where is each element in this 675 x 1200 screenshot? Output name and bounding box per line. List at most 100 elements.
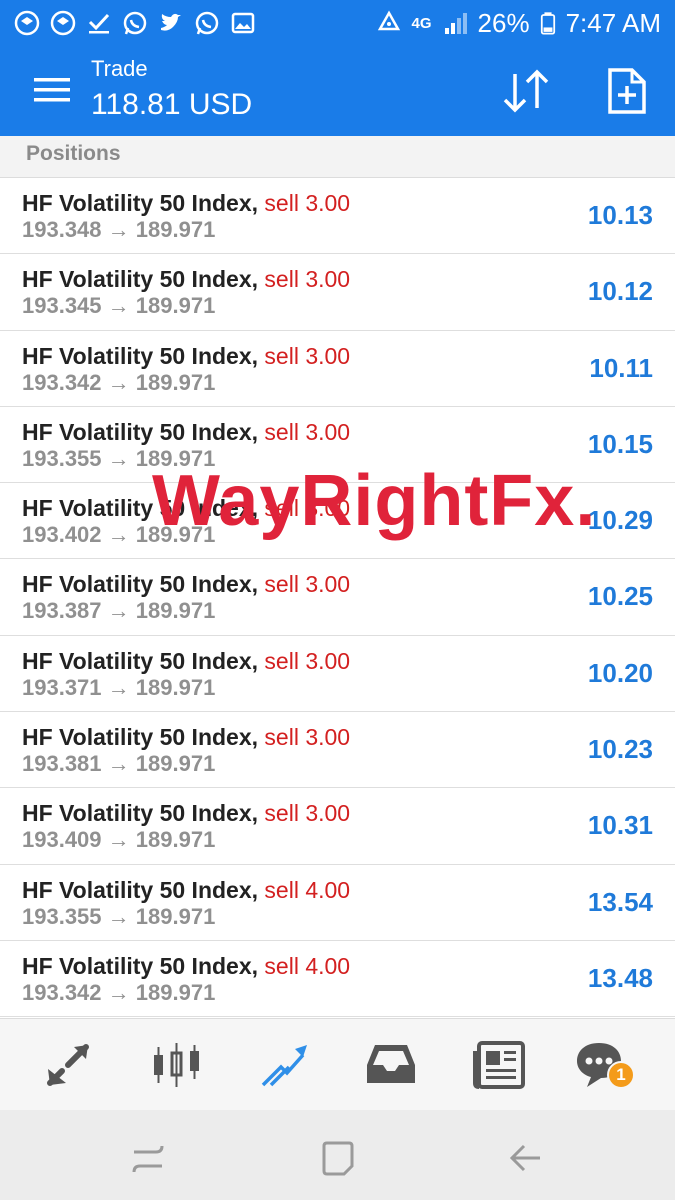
position-row[interactable]: HF Volatility 50 Index, sell 4.00 193.355…	[0, 864, 675, 941]
quotes-icon	[47, 1044, 89, 1086]
app-notification-icon	[50, 10, 76, 36]
symbol-name: HF Volatility 50 Index,	[22, 190, 259, 216]
notification-icons	[14, 10, 256, 36]
symbol-name: HF Volatility 50 Index,	[22, 800, 259, 827]
profit-value: 10.13	[587, 200, 653, 230]
positions-header: Positions	[0, 136, 675, 178]
open-price: 193.355	[22, 903, 102, 929]
order-side-volume: sell 3.00	[264, 724, 351, 751]
profit-value: 10.12	[587, 276, 653, 307]
nav-chart[interactable]	[149, 1039, 205, 1091]
symbol-name: HF Volatility 50 Index,	[22, 342, 259, 369]
price-line: 193.342 → 189.971	[22, 370, 215, 396]
order-side-volume: sell 3.00	[264, 266, 351, 293]
nav-history[interactable]	[363, 1039, 419, 1091]
position-row[interactable]: HF Volatility 50 Index, sell 3.00 193.387…	[0, 559, 675, 636]
price-line: 193.387 → 189.971	[22, 598, 215, 624]
arrow-icon: →	[107, 751, 130, 777]
arrow-icon: →	[107, 827, 130, 853]
order-side-volume: sell 3.00	[264, 190, 351, 216]
new-order-icon[interactable]	[604, 66, 650, 116]
positions-list: HF Volatility 50 Index, sell 3.00 193.348…	[0, 178, 675, 1018]
status-bar: 4G 26% 7:47 AM	[0, 0, 675, 46]
battery-percent: 26%	[477, 7, 530, 38]
whatsapp-icon	[123, 11, 147, 35]
open-price: 193.409	[22, 827, 102, 853]
sort-icon[interactable]	[500, 66, 552, 116]
current-price: 189.971	[135, 369, 216, 395]
position-title: HF Volatility 50 Index, sell 3.00	[22, 648, 350, 675]
open-price: 193.387	[22, 598, 102, 624]
app-bar: Trade 118.81 USD	[0, 46, 675, 136]
order-side-volume: sell 3.00	[264, 800, 351, 827]
current-price: 189.971	[135, 903, 216, 929]
position-title: HF Volatility 50 Index, sell 3.00	[22, 800, 350, 827]
profit-value: 10.31	[587, 810, 653, 841]
data-saver-icon	[377, 10, 400, 31]
nav-news[interactable]	[471, 1039, 527, 1091]
position-row[interactable]: HF Volatility 50 Index, sell 3.00 193.342…	[0, 330, 675, 407]
symbol-name: HF Volatility 50 Index,	[22, 418, 259, 445]
position-title: HF Volatility 50 Index, sell 4.00	[22, 953, 350, 980]
arrow-icon: →	[107, 598, 130, 624]
nav-chat[interactable]: 1	[573, 1039, 635, 1091]
home-icon[interactable]	[318, 1138, 358, 1178]
symbol-name: HF Volatility 50 Index,	[22, 724, 259, 751]
arrow-icon: →	[107, 903, 130, 929]
position-row[interactable]: HF Volatility 50 Index, sell 4.00 193.342…	[0, 940, 675, 1018]
position-title: HF Volatility 50 Index, sell 3.00	[22, 343, 350, 370]
price-line: 193.345 → 189.971	[22, 293, 215, 319]
position-row[interactable]: HF Volatility 50 Index, sell 3.00 193.348…	[0, 178, 675, 255]
battery-icon	[540, 12, 555, 35]
position-row[interactable]: HF Volatility 50 Index, sell 3.00 193.409…	[0, 788, 675, 865]
profit-value: 10.20	[587, 657, 653, 688]
current-price: 189.971	[135, 293, 216, 319]
order-side-volume: sell 3.00	[264, 571, 351, 598]
position-row[interactable]: HF Volatility 50 Index, sell 3.00 193.345…	[0, 254, 675, 331]
notification-badge: 1	[607, 1061, 635, 1089]
trade-icon	[261, 1045, 307, 1087]
whatsapp-icon	[195, 11, 219, 35]
signal-icon	[444, 13, 467, 34]
arrow-icon: →	[107, 369, 130, 395]
menu-icon[interactable]	[30, 68, 74, 112]
open-price: 193.355	[22, 445, 102, 471]
symbol-name: HF Volatility 50 Index,	[22, 266, 259, 293]
current-price: 189.971	[135, 217, 216, 242]
order-side-volume: sell 3.00	[264, 342, 351, 369]
recent-apps-icon[interactable]	[128, 1138, 168, 1178]
arrow-icon: →	[107, 674, 130, 700]
nav-trade[interactable]	[257, 1039, 313, 1091]
nav-quotes[interactable]	[42, 1039, 98, 1091]
price-line: 193.342 → 189.971	[22, 980, 215, 1006]
price-line: 193.371 → 189.971	[22, 675, 215, 701]
network-type: 4G	[411, 14, 432, 32]
arrow-icon: →	[107, 293, 130, 319]
open-price: 193.371	[22, 674, 102, 700]
symbol-name: HF Volatility 50 Index,	[22, 647, 259, 674]
position-row[interactable]: HF Volatility 50 Index, sell 3.00 193.381…	[0, 712, 675, 789]
symbol-name: HF Volatility 50 Index,	[22, 876, 259, 903]
current-price: 189.971	[135, 751, 216, 777]
twitter-icon	[161, 13, 181, 31]
profit-value: 10.29	[587, 505, 653, 536]
price-line: 193.355 → 189.971	[22, 904, 215, 930]
position-title: HF Volatility 50 Index, sell 3.00	[22, 724, 350, 751]
download-done-icon	[88, 13, 110, 34]
watermark: WayRightFx.	[152, 461, 597, 541]
app-notification-icon	[14, 10, 40, 36]
back-icon[interactable]	[506, 1138, 546, 1178]
current-price: 189.971	[135, 827, 216, 853]
arrow-icon: →	[107, 979, 130, 1005]
position-row[interactable]: HF Volatility 50 Index, sell 3.00 193.371…	[0, 635, 675, 713]
open-price: 193.342	[22, 369, 102, 395]
arrow-icon: →	[107, 217, 130, 242]
inbox-icon	[367, 1045, 415, 1083]
open-price: 193.345	[22, 293, 102, 319]
arrow-icon: →	[107, 445, 130, 471]
arrow-icon: →	[107, 522, 130, 548]
position-title: HF Volatility 50 Index, sell 3.00	[22, 571, 350, 598]
position-title: HF Volatility 50 Index, sell 3.00	[22, 190, 350, 217]
symbol-name: HF Volatility 50 Index,	[22, 571, 259, 598]
open-price: 193.402	[22, 522, 102, 548]
